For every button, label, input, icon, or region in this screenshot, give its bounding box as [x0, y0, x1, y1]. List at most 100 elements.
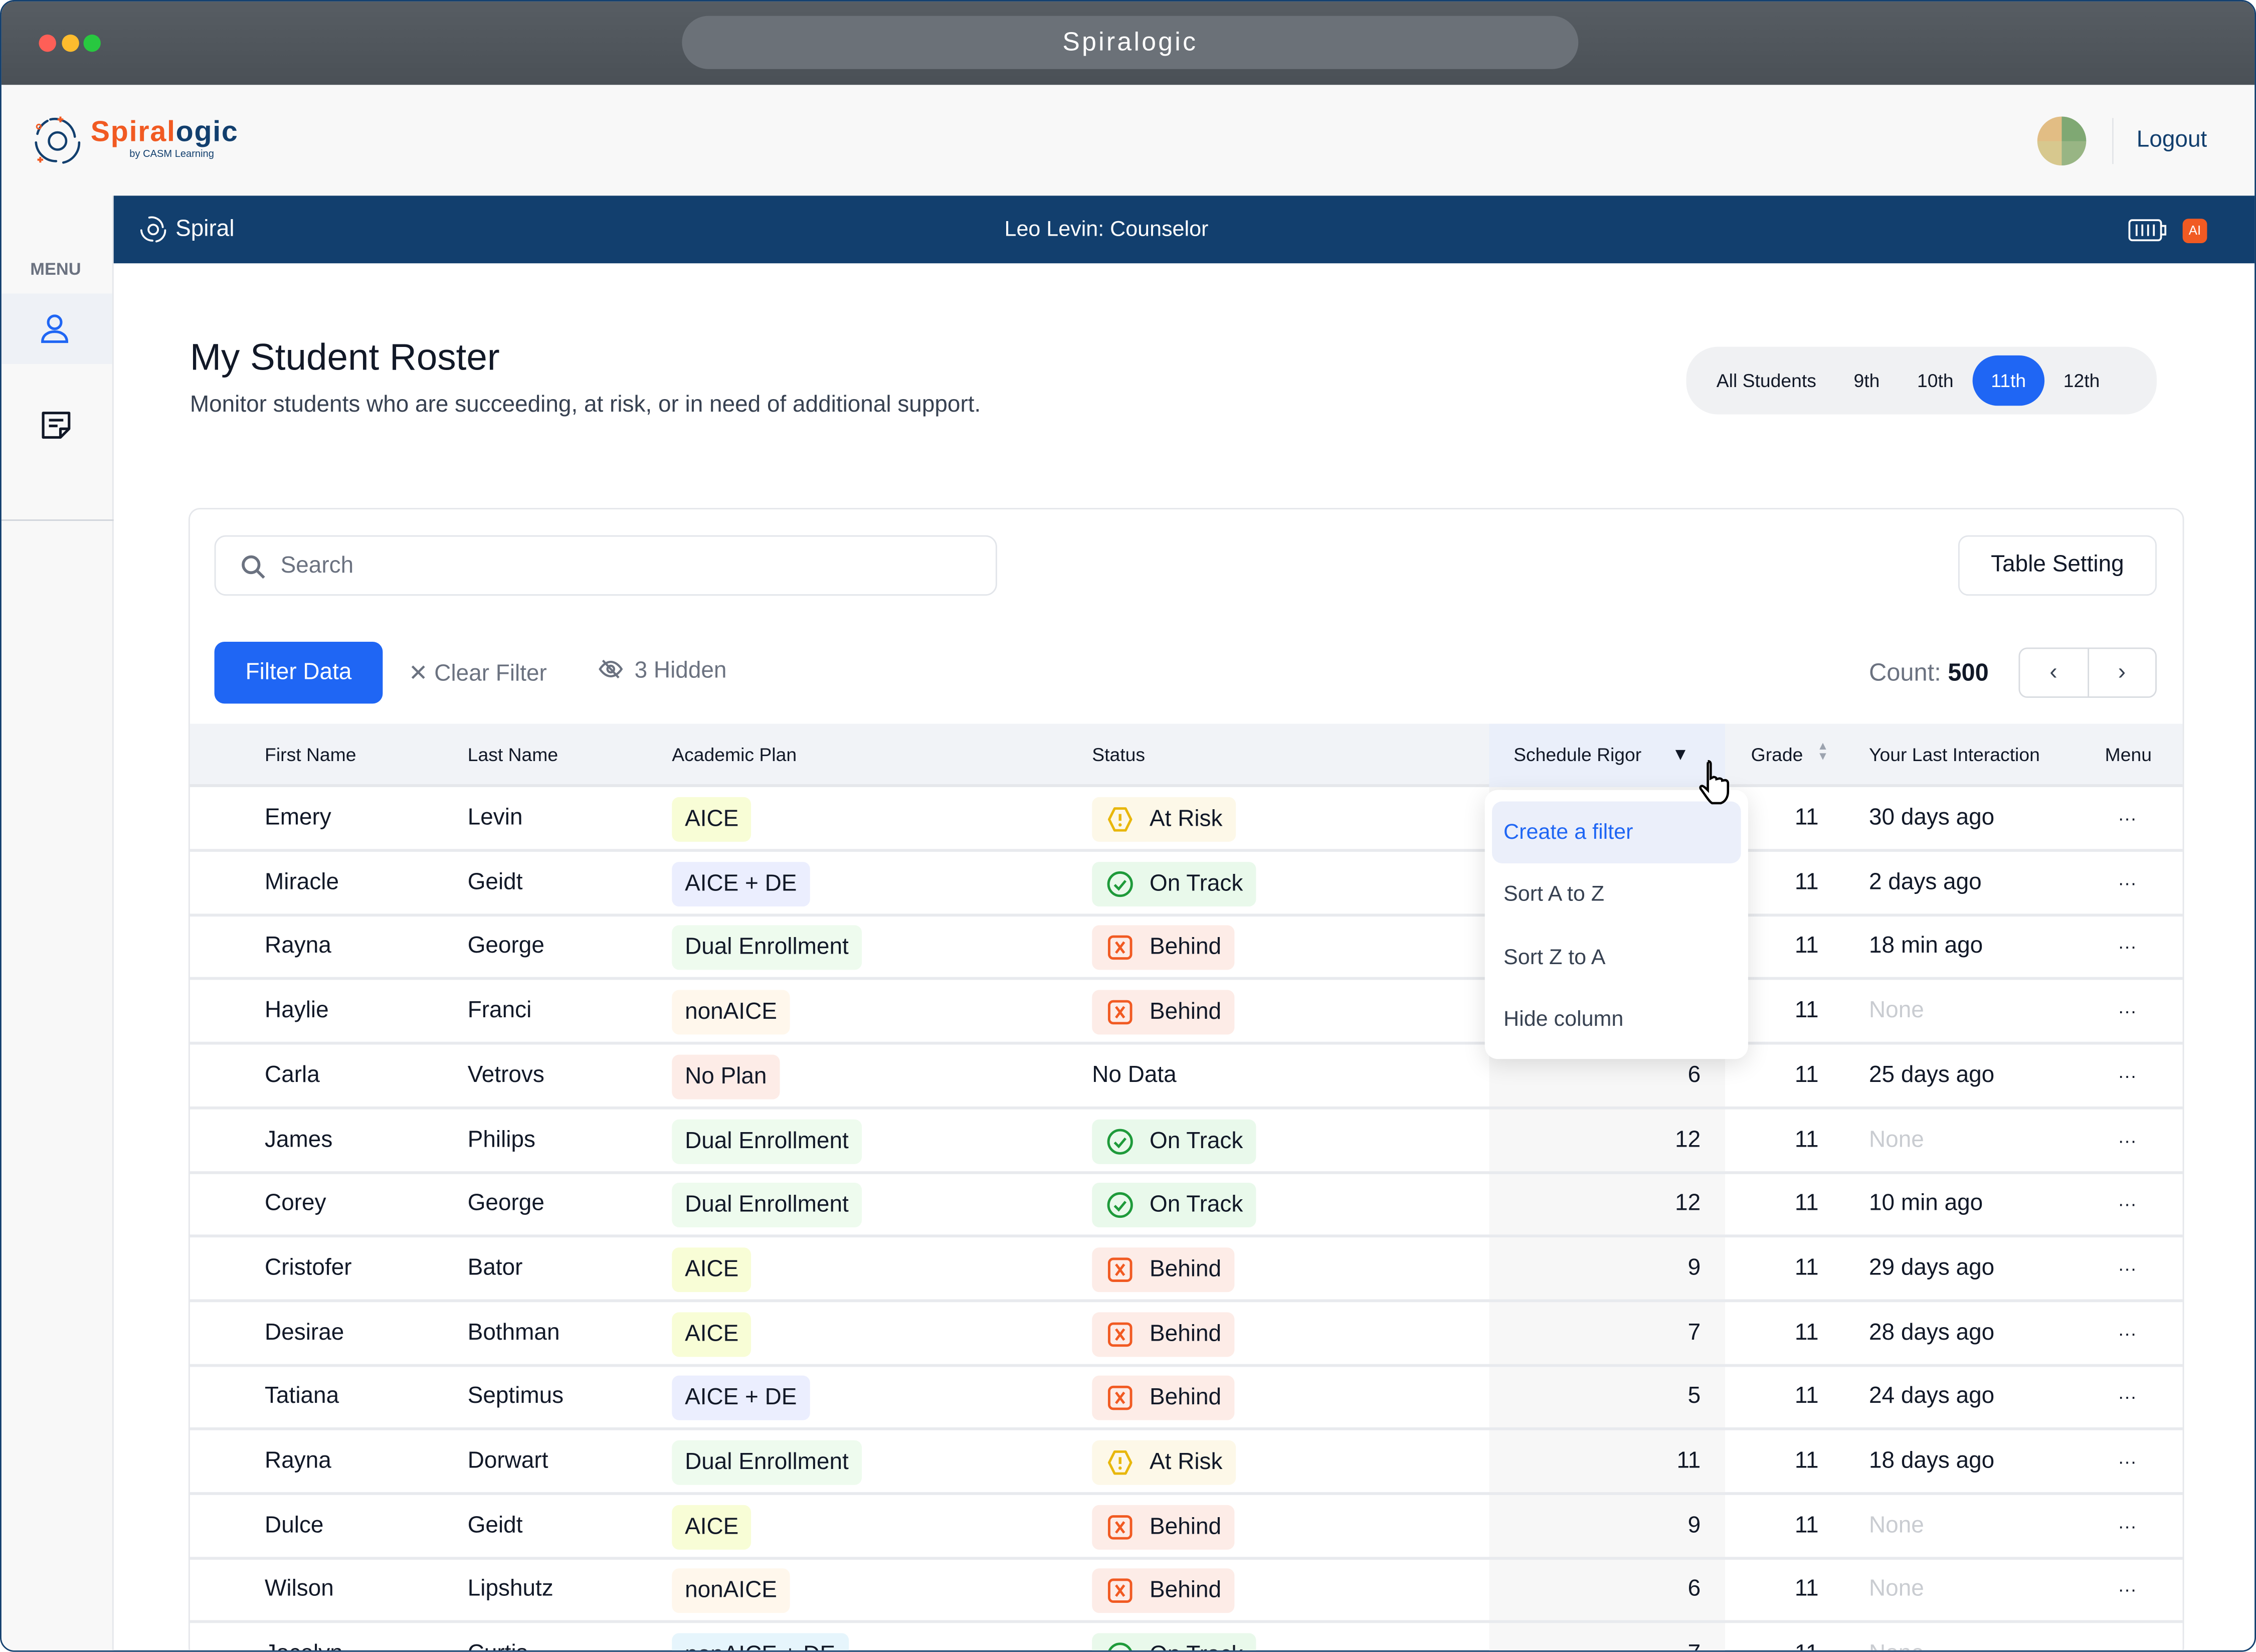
sidebar-item-notes[interactable]	[39, 407, 73, 442]
user-icon	[41, 314, 69, 343]
ai-button[interactable]: AI	[2182, 219, 2207, 244]
table-row[interactable]: Emery Levin AICE At Risk 11 30 days ago ·…	[190, 787, 2183, 852]
status-badge: Behind	[1092, 1376, 1234, 1421]
count: Count: 500	[1869, 659, 1989, 686]
grade: 11	[1794, 1320, 1819, 1345]
row-menu-button[interactable]: ···	[2118, 1237, 2136, 1299]
table-row[interactable]: Haylie Franci nonAICE Behind 11 None ···	[190, 980, 2183, 1045]
first-name: Corey	[265, 1191, 326, 1216]
menu-item-sort-a-z[interactable]: Sort A to Z	[1492, 863, 1741, 925]
academic-plan-badge: AICE + DE	[672, 861, 810, 906]
next-page-button[interactable]: ›	[2089, 649, 2155, 696]
row-menu-button[interactable]: ···	[2118, 787, 2136, 849]
row-menu-button[interactable]: ···	[2118, 1173, 2136, 1235]
row-menu-button[interactable]: ···	[2118, 1495, 2136, 1556]
menu-item-sort-z-a[interactable]: Sort Z to A	[1492, 927, 1741, 988]
table-row[interactable]: Corey George Dual Enrollment On Track 12 1…	[190, 1173, 2183, 1238]
table-setting-button[interactable]: Table Setting	[1958, 535, 2157, 596]
row-menu-button[interactable]: ···	[2118, 980, 2136, 1042]
row-menu-button[interactable]: ···	[2118, 1109, 2136, 1170]
grade: 11	[1794, 1513, 1819, 1538]
tab-12th[interactable]: 12th	[2044, 355, 2118, 406]
col-schedule-rigor[interactable]: Schedule Rigor	[1514, 744, 1641, 766]
grade: 11	[1794, 1384, 1819, 1409]
table-row[interactable]: Tatiana Septimus AICE + DE Behind 5 11 24 …	[190, 1366, 2183, 1431]
col-academic-plan[interactable]: Academic Plan	[672, 744, 797, 766]
tab-10th[interactable]: 10th	[1899, 355, 1972, 406]
row-menu-button[interactable]: ···	[2118, 1430, 2136, 1492]
academic-plan-badge: nonAICE	[672, 990, 790, 1035]
hidden-columns-button[interactable]: 3 Hidden	[599, 659, 726, 685]
table-row[interactable]: Jocelyn Curtis nonAICE + DEOn Track7 11 …	[190, 1623, 2183, 1650]
last-interaction: 29 days ago	[1869, 1256, 1995, 1280]
table-row[interactable]: Miracle Geidt AICE + DE On Track 11 2 day…	[190, 851, 2183, 916]
pagination: ‹ ›	[2018, 647, 2157, 698]
clear-filter-button[interactable]: ✕ Clear Filter	[409, 659, 547, 687]
minimize-window-button[interactable]	[62, 34, 79, 52]
eye-off-icon	[599, 659, 623, 679]
avatar[interactable]	[2037, 116, 2087, 166]
tab-9th[interactable]: 9th	[1835, 355, 1898, 406]
close-icon: ✕	[409, 662, 435, 686]
schedule-rigor: 12	[1675, 1191, 1701, 1216]
menu-item-create-filter[interactable]: Create a filter	[1492, 801, 1741, 863]
sidebar-item-students[interactable]	[1, 293, 112, 364]
caret-down-icon[interactable]: ▼	[1672, 744, 1689, 764]
status-badge: Behind	[1092, 1505, 1234, 1549]
col-last-interaction[interactable]: Your Last Interaction	[1869, 744, 2040, 766]
status-badge: On Track	[1092, 1183, 1256, 1228]
first-name: Tatiana	[265, 1384, 339, 1409]
sort-icon[interactable]: ▲ ▼	[1817, 741, 1829, 762]
first-name: Jocelyn	[265, 1623, 343, 1650]
status-badge: At Risk	[1092, 1440, 1236, 1485]
table-row[interactable]: Desirae Bothman AICE Behind 7 11 28 days a…	[190, 1302, 2183, 1367]
first-name: Rayna	[265, 934, 331, 959]
table-row[interactable]: Wilson Lipshutz nonAICE Behind 6 11 None ·…	[190, 1559, 2183, 1624]
last-name: Bothman	[467, 1320, 560, 1345]
tab-all-students[interactable]: All Students	[1698, 355, 1835, 406]
row-menu-button[interactable]: ···	[2118, 1623, 2136, 1650]
row-menu-button[interactable]: ···	[2118, 915, 2136, 977]
last-name: Franci	[467, 998, 532, 1023]
row-menu-button[interactable]: ···	[2118, 1366, 2136, 1427]
last-name: Philips	[467, 1127, 536, 1152]
filter-data-button[interactable]: Filter Data	[214, 641, 383, 704]
row-menu-button[interactable]: ···	[2118, 1302, 2136, 1363]
table-row[interactable]: Rayna George Dual Enrollment Behind 11 18…	[190, 915, 2183, 981]
academic-plan-badge: nonAICE + DE	[672, 1633, 848, 1650]
academic-plan-badge: nonAICE	[672, 1569, 790, 1614]
header-divider	[2112, 118, 2114, 164]
schedule-rigor: 6	[1687, 1577, 1701, 1602]
close-window-button[interactable]	[39, 34, 56, 52]
table-row[interactable]: Cristofer Bator AICE Behind 9 11 29 days a…	[190, 1237, 2183, 1302]
table-row[interactable]: Carla Vetrovs No Plan No Data 6 11 25 days…	[190, 1044, 2183, 1110]
last-name: Bator	[467, 1256, 523, 1280]
maximize-window-button[interactable]	[83, 34, 101, 52]
prev-page-button[interactable]: ‹	[2020, 649, 2089, 697]
academic-plan-badge: Dual Enrollment	[672, 1119, 862, 1164]
last-interaction: 30 days ago	[1869, 806, 1995, 830]
window-title: Spiralogic	[682, 16, 1579, 69]
col-status[interactable]: Status	[1092, 744, 1145, 766]
status-badge: On Track	[1092, 1633, 1256, 1650]
first-name: Rayna	[265, 1448, 331, 1474]
first-name: James	[265, 1127, 333, 1152]
battery-icon[interactable]	[2128, 219, 2168, 242]
row-menu-button[interactable]: ···	[2118, 1559, 2136, 1620]
last-name: George	[467, 934, 544, 959]
last-name: Dorwart	[467, 1448, 548, 1474]
col-first-name[interactable]: First Name	[265, 744, 356, 766]
col-last-name[interactable]: Last Name	[468, 744, 558, 766]
academic-plan-badge: AICE	[672, 1312, 752, 1357]
table-row[interactable]: James Philips Dual Enrollment On Track 12 …	[190, 1109, 2183, 1174]
menu-item-hide-column[interactable]: Hide column	[1492, 989, 1741, 1050]
logout-link[interactable]: Logout	[2137, 128, 2207, 154]
row-menu-button[interactable]: ···	[2118, 851, 2136, 913]
last-name: Geidt	[467, 870, 523, 895]
col-grade[interactable]: Grade	[1751, 744, 1803, 766]
last-interaction: 2 days ago	[1869, 870, 1982, 895]
tab-11th[interactable]: 11th	[1972, 355, 2045, 406]
table-row[interactable]: Dulce Geidt AICE Behind 9 11 None ···	[190, 1495, 2183, 1560]
table-row[interactable]: Rayna Dorwart Dual Enrollment At Risk 11 1…	[190, 1430, 2183, 1495]
row-menu-button[interactable]: ···	[2118, 1044, 2136, 1106]
